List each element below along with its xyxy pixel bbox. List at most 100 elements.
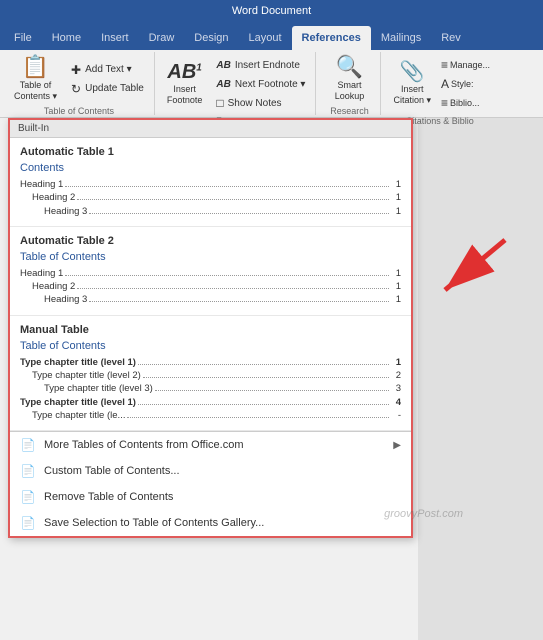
manage-sources-label: Manage... [450,60,490,70]
smart-lookup-icon: 🔍 [336,56,363,78]
table-of-contents-button[interactable]: 📋 Table ofContents ▾ [8,54,63,104]
ribbon-tab-mailings[interactable]: Mailings [371,26,431,50]
built-in-label: Built-In [10,120,411,138]
toc-group-content: 📋 Table ofContents ▾ ✚ Add Text ▾ ↻ Upda… [8,54,150,104]
toc-ribbon-group: 📋 Table ofContents ▾ ✚ Add Text ▾ ↻ Upda… [4,52,155,115]
automatic-table-1-subtitle: Contents [20,162,401,174]
style-button[interactable]: A Style: [441,75,490,93]
citations-ribbon-group: 📎 InsertCitation ▾ ≡ Manage... A Style: … [383,52,496,115]
save-selection-icon: 📄 [20,515,36,531]
manual-table-subtitle: Table of Contents [20,340,401,352]
ribbon-tab-insert[interactable]: Insert [91,26,139,50]
custom-table-item[interactable]: 📄 Custom Table of Contents... [10,458,411,484]
ribbon-toolbar: 📋 Table ofContents ▾ ✚ Add Text ▾ ↻ Upda… [0,50,543,118]
citations-small-buttons: ≡ Manage... A Style: ≡ Biblio... [439,54,492,114]
smart-lookup-label: SmartLookup [335,80,365,102]
toc-dropdown: Built-In Automatic Table 1 Contents Head… [8,118,413,538]
remove-table-label: Remove Table of Contents [44,491,173,503]
insert-footnote-icon: AB1 [167,62,201,82]
automatic-table-1-title: Automatic Table 1 [20,146,401,158]
title-text: Word Document [232,5,311,17]
smart-lookup-button[interactable]: 🔍 SmartLookup [322,54,376,104]
ribbon-tab-rev[interactable]: Rev [431,26,471,50]
add-text-label: Add Text ▾ [85,64,132,75]
insert-footnote-label: InsertFootnote [167,84,203,106]
remove-table-icon: 📄 [20,489,36,505]
title-bar: Word Document [0,0,543,22]
toc-entry: Type chapter title (level 1)4 [20,396,401,409]
save-selection-item[interactable]: 📄 Save Selection to Table of Contents Ga… [10,510,411,536]
toc-entry: Type chapter title (le...- [20,409,401,422]
toc-icon: 📋 [22,56,49,78]
right-panel [418,118,543,640]
insert-citation-label: InsertCitation ▾ [393,84,431,106]
automatic-table-1-section[interactable]: Automatic Table 1 Contents Heading 11 He… [10,138,411,227]
style-icon: A [441,77,449,91]
ribbon-tab-file[interactable]: File [4,26,42,50]
more-tables-label: More Tables of Contents from Office.com [44,439,244,451]
next-footnote-button[interactable]: AB Next Footnote ▾ [212,75,309,93]
add-text-button[interactable]: ✚ Add Text ▾ [67,61,148,79]
citations-group-label: Citations & Biblio [406,114,474,126]
insert-footnote-button[interactable]: AB1 InsertFootnote [161,59,209,109]
ribbon-tabs: FileHomeInsertDrawDesignLayoutReferences… [0,22,543,50]
add-text-icon: ✚ [71,63,81,77]
custom-table-label: Custom Table of Contents... [44,465,180,477]
toc-entry: Heading 21 [20,191,401,204]
automatic-table-2-subtitle: Table of Contents [20,251,401,263]
toc-small-buttons: ✚ Add Text ▾ ↻ Update Table [65,59,150,100]
bibliography-icon: ≡ [441,96,448,110]
toc-entry: Heading 21 [20,280,401,293]
toc-entry: Type chapter title (level 2)2 [20,369,401,382]
citations-group-content: 📎 InsertCitation ▾ ≡ Manage... A Style: … [387,54,492,114]
next-footnote-icon: AB [216,79,230,90]
ribbon-tab-references[interactable]: References [292,26,371,50]
update-table-label: Update Table [85,83,144,94]
toc-entry: Type chapter title (level 1)1 [20,356,401,369]
research-ribbon-group: 🔍 SmartLookup Research [318,52,381,115]
save-selection-label: Save Selection to Table of Contents Gall… [44,517,264,529]
update-table-icon: ↻ [71,82,81,96]
manual-table-section[interactable]: Manual Table Table of Contents Type chap… [10,316,411,431]
remove-table-item[interactable]: 📄 Remove Table of Contents [10,484,411,510]
ribbon-tab-home[interactable]: Home [42,26,91,50]
insert-citation-icon: 📎 [400,62,425,82]
ribbon-tab-draw[interactable]: Draw [139,26,185,50]
insert-endnote-label: Insert Endnote [235,60,300,71]
ribbon-tab-layout[interactable]: Layout [239,26,292,50]
toc-entry: Heading 11 [20,267,401,280]
manual-table-title: Manual Table [20,324,401,336]
footnotes-group-content: AB1 InsertFootnote AB Insert Endnote AB … [161,54,312,114]
show-notes-icon: □ [216,96,223,110]
toc-group-label: Table of Contents [44,104,114,116]
show-notes-label: Show Notes [228,98,282,109]
toc-entry: Type chapter title (level 3)3 [20,382,401,395]
more-tables-icon: 📄 [20,437,36,453]
bibliography-label: Biblio... [450,98,480,108]
toc-menu-items: 📄 More Tables of Contents from Office.co… [10,431,411,536]
bibliography-button[interactable]: ≡ Biblio... [441,94,490,112]
more-tables-arrow: ▶ [393,440,401,451]
manage-sources-icon: ≡ [441,58,448,72]
insert-citation-button[interactable]: 📎 InsertCitation ▾ [387,59,437,109]
ribbon-tab-design[interactable]: Design [184,26,238,50]
custom-table-icon: 📄 [20,463,36,479]
research-group-content: 🔍 SmartLookup [322,54,376,104]
next-footnote-label: Next Footnote ▾ [235,79,306,90]
more-tables-item[interactable]: 📄 More Tables of Contents from Office.co… [10,432,411,458]
footnotes-ribbon-group: AB1 InsertFootnote AB Insert Endnote AB … [157,52,317,115]
automatic-table-2-section[interactable]: Automatic Table 2 Table of Contents Head… [10,227,411,316]
show-notes-button[interactable]: □ Show Notes [212,94,309,112]
toc-entry: Heading 31 [20,293,401,306]
footnotes-small-buttons: AB Insert Endnote AB Next Footnote ▾ □ S… [210,54,311,114]
style-label: Style: [451,79,474,89]
toc-entry: Heading 11 [20,178,401,191]
research-group-label: Research [330,104,369,116]
toc-entry: Heading 31 [20,205,401,218]
manage-sources-button[interactable]: ≡ Manage... [441,56,490,74]
toc-button-label: Table ofContents ▾ [14,80,57,102]
insert-endnote-icon: AB [216,60,230,71]
insert-endnote-button[interactable]: AB Insert Endnote [212,56,309,74]
update-table-button[interactable]: ↻ Update Table [67,80,148,98]
automatic-table-2-title: Automatic Table 2 [20,235,401,247]
